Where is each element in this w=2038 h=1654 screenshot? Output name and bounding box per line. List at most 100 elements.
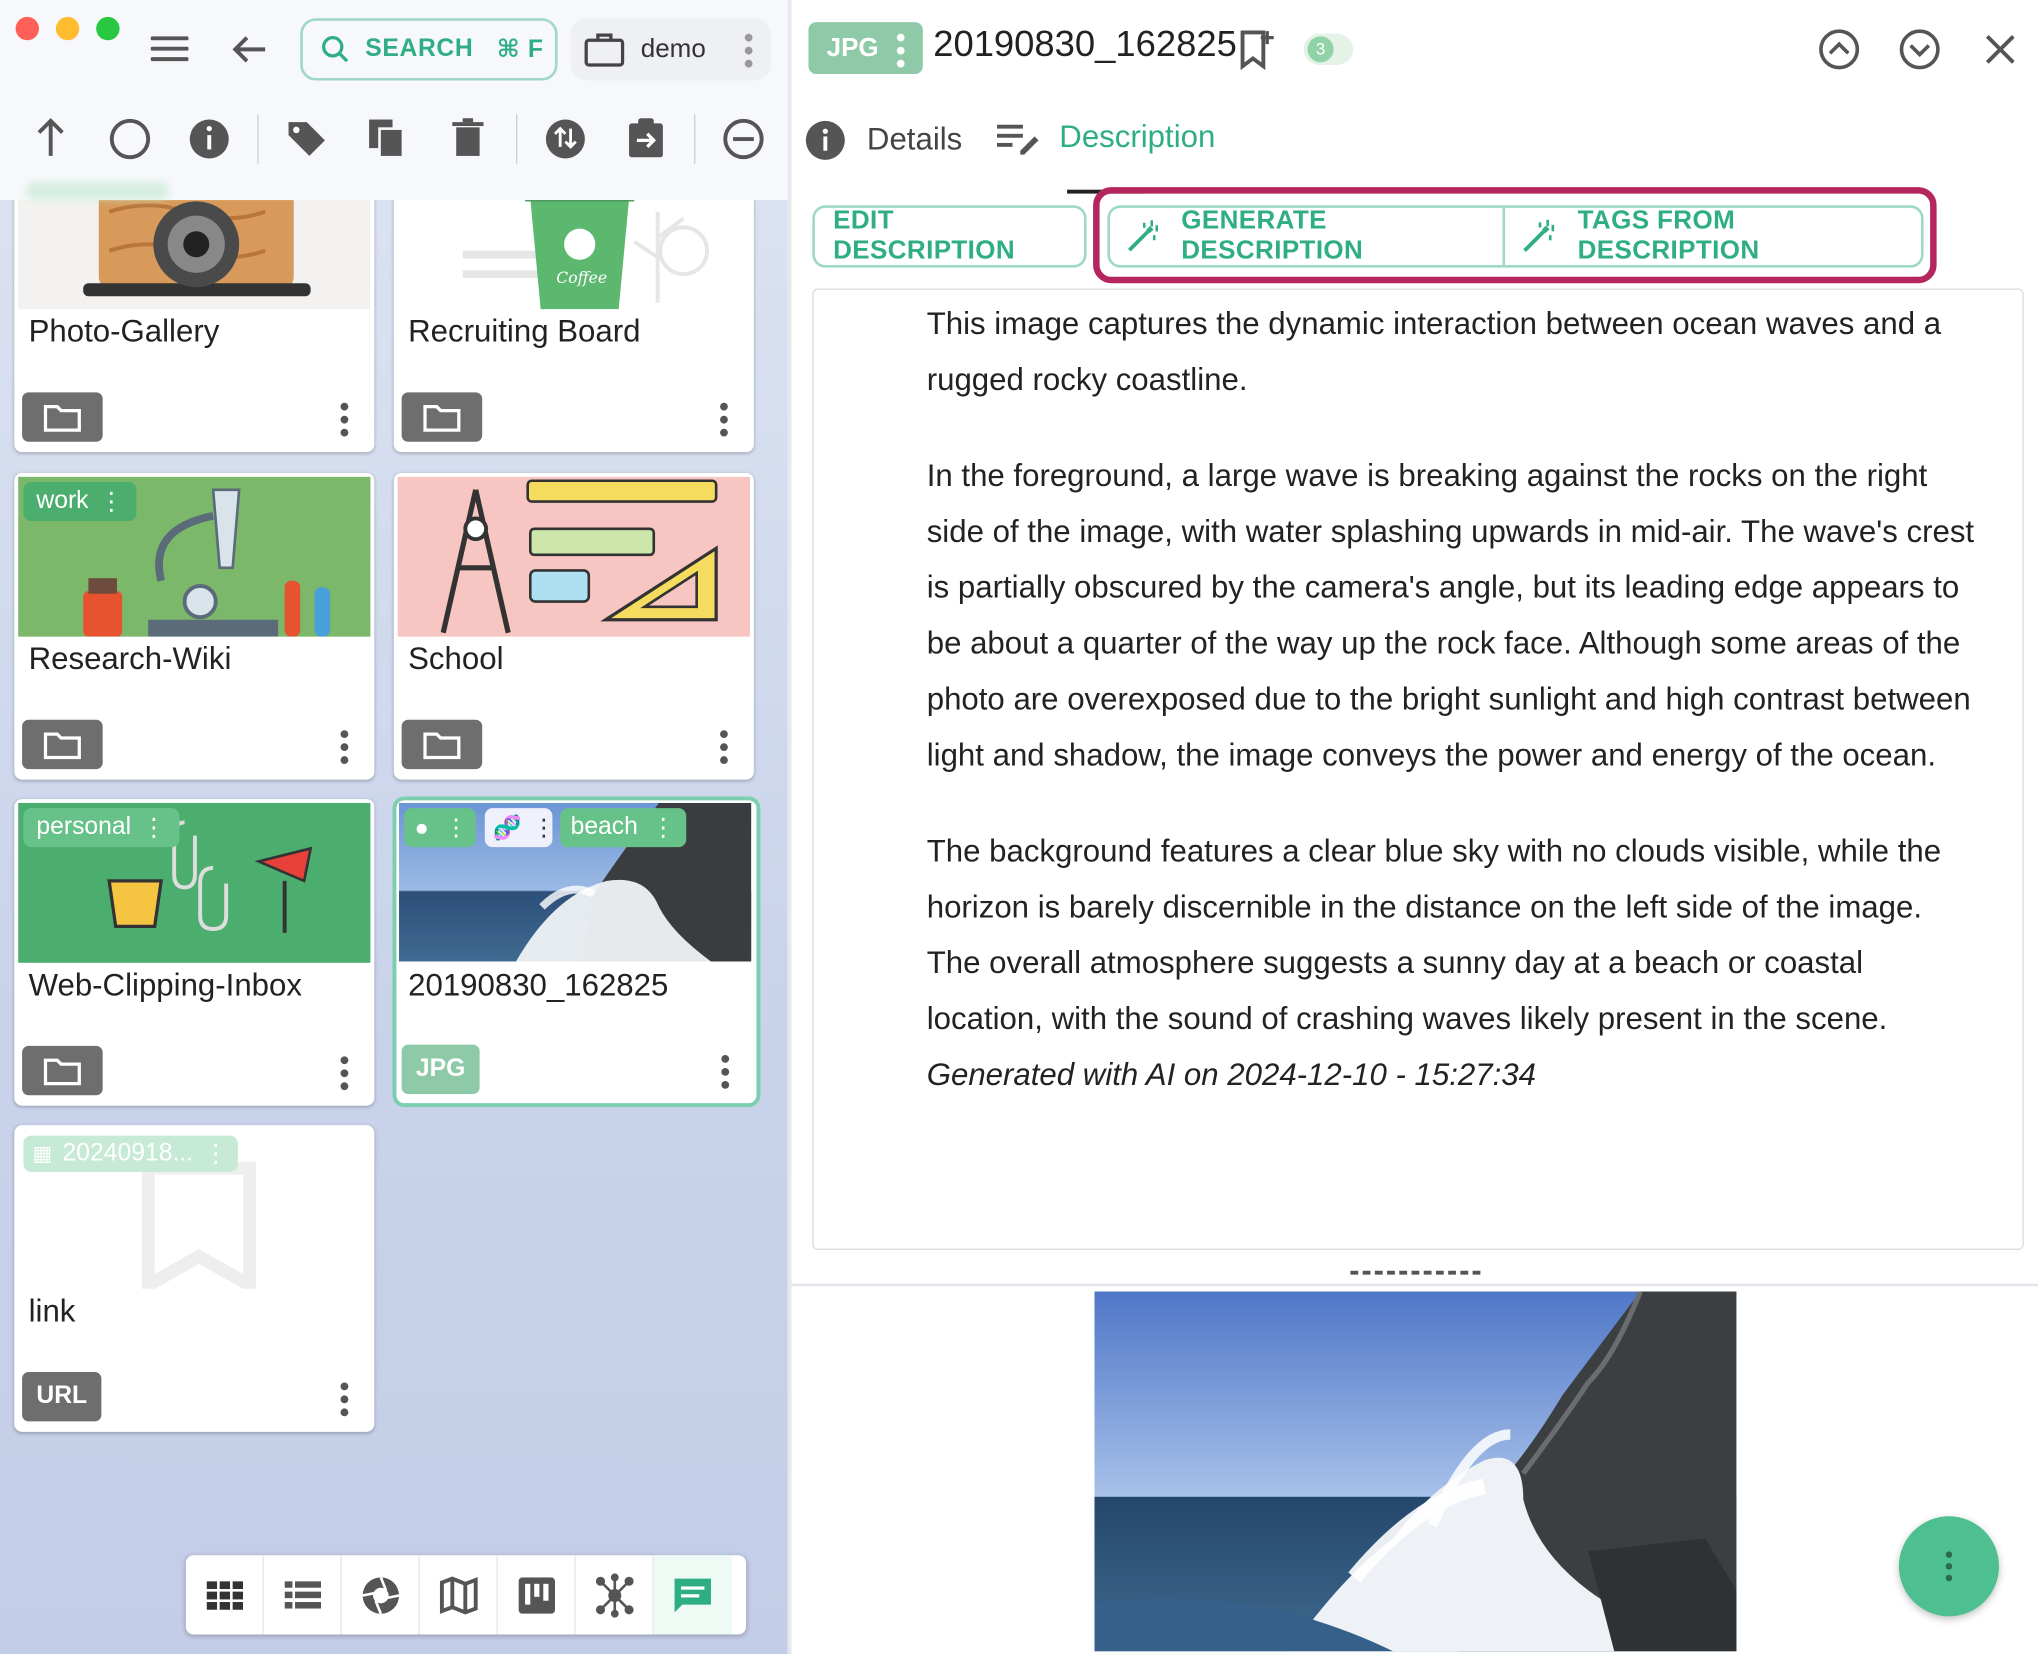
menu-icon[interactable] (150, 36, 189, 62)
folder-thumbnail (397, 476, 750, 637)
file-type-badge[interactable]: JPG (808, 22, 923, 75)
list-view-button[interactable] (264, 1555, 342, 1635)
file-name: 20190830_162825 (933, 23, 1237, 64)
location-chip[interactable]: ● ⋮ (404, 808, 476, 848)
floating-action-button[interactable] (1898, 1516, 1999, 1617)
splitter-handle[interactable] (1350, 1270, 1481, 1276)
description-paragraph: This image captures the dynamic interact… (926, 306, 1942, 398)
graph-icon (595, 1572, 633, 1617)
search-shortcut: ⌘ F (496, 35, 544, 64)
briefcase-icon (584, 33, 625, 67)
folder-type-icon (401, 719, 483, 770)
tab-description[interactable]: Description (996, 119, 1216, 156)
delete-icon[interactable] (445, 114, 492, 161)
folder-type-icon (22, 719, 103, 770)
folder-thumbnail: work ⋮ (18, 476, 371, 637)
maximize-window-button[interactable] (96, 16, 120, 41)
file-thumbnail: ▦ 20240918... ⋮ (18, 1129, 371, 1289)
card-menu-icon[interactable] (721, 1055, 730, 1094)
select-all-icon[interactable] (107, 114, 154, 161)
search-icon (322, 36, 349, 63)
folder-card-web-clipping-inbox[interactable]: personal ⋮ Web-Clipping-Inbox (14, 799, 375, 1106)
edit-notes-icon (996, 124, 1039, 155)
move-icon[interactable] (623, 114, 670, 161)
map-view-button[interactable] (420, 1555, 498, 1635)
tag-chip[interactable]: personal ⋮ (23, 808, 180, 848)
tab-label: Details (866, 122, 963, 158)
tag-chip[interactable]: beach ⋮ (560, 808, 686, 848)
chip-menu-icon[interactable]: ⋮ (444, 814, 467, 841)
edit-description-button[interactable]: EDIT DESCRIPTION (812, 205, 1087, 268)
card-title: link (28, 1294, 76, 1330)
card-menu-icon[interactable] (340, 402, 349, 442)
gallery-view-button[interactable] (342, 1555, 420, 1635)
card-menu-icon[interactable] (340, 1382, 349, 1421)
date-tag-chip[interactable]: ▦ 20240918... ⋮ (23, 1135, 238, 1172)
chip-menu-icon[interactable]: ⋮ (532, 814, 555, 841)
info-icon[interactable] (186, 114, 233, 161)
location-name: demo (640, 34, 706, 64)
file-card-link[interactable]: ▦ 20240918... ⋮ link URL (14, 1125, 375, 1432)
description-paragraph: The background features a clear blue sky… (926, 834, 1942, 1037)
highlight-annotation (1093, 187, 1937, 284)
close-window-button[interactable] (15, 16, 39, 41)
file-viewer-pane: JPG 20190830_162825 3 Details Descriptio… (791, 0, 2038, 1654)
folder-card-research-wiki[interactable]: work ⋮ Research-Wiki (14, 472, 375, 780)
card-title: Research-Wiki (28, 641, 232, 677)
tag-chip[interactable]: work ⋮ (23, 482, 137, 522)
previous-file-icon[interactable] (1816, 26, 1863, 73)
grid-view-button[interactable] (186, 1555, 264, 1635)
left-header: SEARCH ⌘ F demo (0, 0, 788, 201)
description-content[interactable]: This image captures the dynamic interact… (812, 288, 2024, 1250)
deselect-icon[interactable] (720, 114, 767, 161)
parent-folder-icon[interactable] (29, 114, 76, 161)
close-icon[interactable] (1977, 26, 2024, 73)
folder-thumbnail: personal ⋮ (18, 802, 371, 963)
chat-view-button[interactable] (653, 1555, 732, 1635)
card-menu-icon[interactable] (720, 402, 728, 442)
dna-icon: 🧬 (492, 814, 522, 840)
file-type-badge[interactable]: URL (22, 1372, 102, 1422)
next-file-icon[interactable] (1896, 26, 1943, 73)
card-title: Recruiting Board (408, 314, 641, 350)
dna-chip[interactable]: 🧬 ⋮ (484, 808, 556, 848)
card-title: Web-Clipping-Inbox (28, 967, 302, 1004)
mindmap-view-button[interactable] (576, 1555, 654, 1635)
folder-card-school[interactable]: School (393, 472, 754, 780)
search-button[interactable]: SEARCH ⌘ F (300, 18, 558, 81)
search-label: SEARCH (365, 35, 474, 63)
copy-icon[interactable] (364, 114, 411, 161)
chat-icon (674, 1577, 711, 1612)
file-type-badge[interactable]: JPG (401, 1044, 480, 1095)
sync-icon[interactable] (542, 114, 589, 161)
tag-icon[interactable] (283, 114, 330, 161)
card-menu-icon[interactable] (340, 730, 349, 769)
location-switcher[interactable]: demo (570, 18, 771, 81)
file-card-20190830[interactable]: ● ⋮ 🧬 ⋮ beach ⋮ 20190830_162825 JPG (396, 800, 757, 1104)
file-type-label: JPG (826, 33, 879, 62)
folder-type-icon (401, 392, 483, 442)
add-bookmark-icon[interactable] (1239, 29, 1275, 71)
perspective-switcher (185, 1555, 747, 1635)
tag-menu-icon[interactable]: ⋮ (203, 1139, 228, 1169)
map-icon (439, 1575, 478, 1614)
card-menu-icon[interactable] (340, 1056, 349, 1095)
tag-menu-icon[interactable]: ⋮ (651, 813, 676, 843)
info-icon (805, 120, 845, 160)
file-menu-icon[interactable] (896, 33, 905, 73)
tag-menu-icon[interactable]: ⋮ (99, 487, 124, 517)
card-title: Photo-Gallery (28, 314, 220, 350)
location-menu-icon[interactable] (744, 33, 753, 73)
kanban-view-button[interactable] (498, 1555, 576, 1635)
tag-label: work (36, 487, 89, 515)
minimize-window-button[interactable] (55, 16, 80, 41)
ai-generated-note: Generated with AI on 2024-12-10 - 15:27:… (926, 1057, 1536, 1093)
image-preview[interactable] (1094, 1291, 1737, 1652)
back-arrow-icon[interactable] (229, 29, 271, 71)
card-menu-icon[interactable] (720, 730, 728, 769)
tab-details[interactable]: Details (805, 120, 963, 162)
tab-label: Description (1059, 119, 1216, 155)
tag-menu-icon[interactable]: ⋮ (142, 813, 167, 843)
tag-label: beach (570, 813, 638, 841)
file-thumbnail: ● ⋮ 🧬 ⋮ beach ⋮ (399, 802, 752, 962)
